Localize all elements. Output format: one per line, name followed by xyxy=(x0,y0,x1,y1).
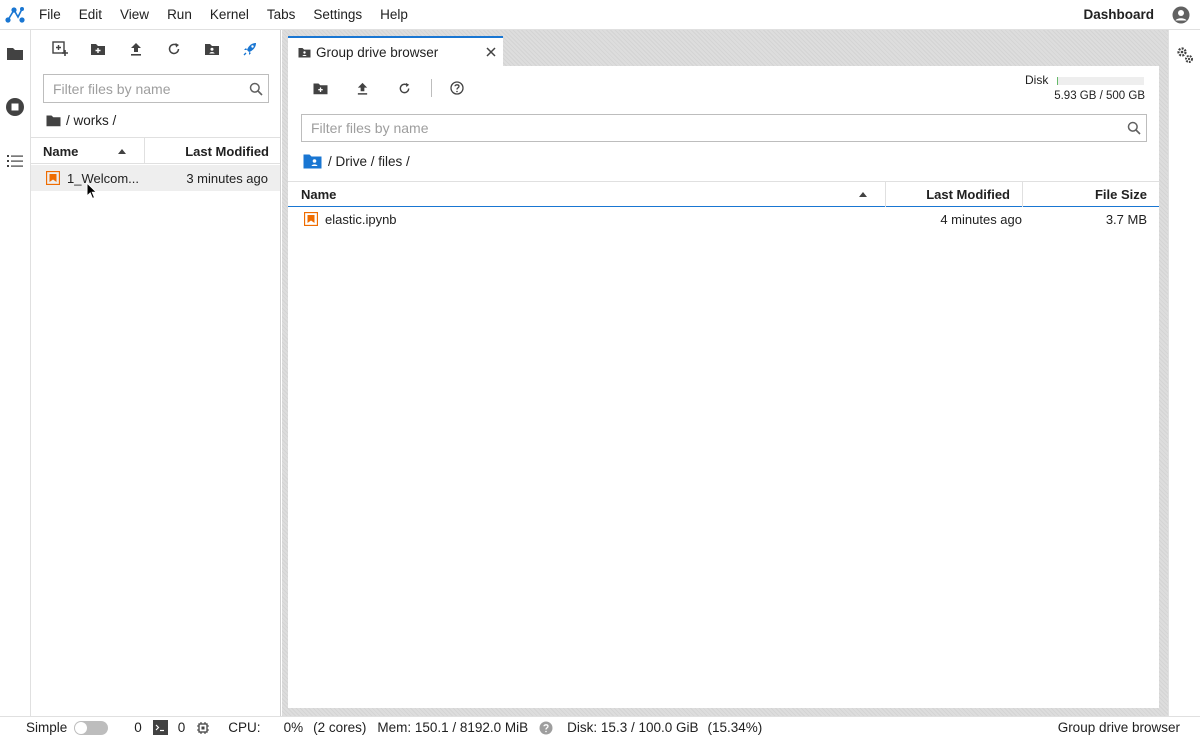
menu-view[interactable]: View xyxy=(111,0,158,30)
upload-icon[interactable] xyxy=(349,75,375,101)
new-folder-icon[interactable] xyxy=(85,36,111,62)
menu-file[interactable]: File xyxy=(30,0,70,30)
folder-icon[interactable] xyxy=(0,38,30,68)
main-column-size-label: File Size xyxy=(1094,187,1147,202)
terminal-icon xyxy=(152,720,168,735)
cpu-cores: (2 cores) xyxy=(313,720,367,735)
new-launcher-icon[interactable] xyxy=(47,36,73,62)
sort-ascending-icon xyxy=(859,192,867,197)
left-filter-input[interactable] xyxy=(44,80,244,97)
status-bar: Simple 0 0 CPU: 0% (2 cores) Mem: 150.1 … xyxy=(0,716,1200,738)
help-icon[interactable] xyxy=(444,75,470,101)
shared-folder-icon[interactable] xyxy=(199,36,225,62)
main-dock-area: Group drive browser Disk 5.93 GB / 500 G… xyxy=(282,30,1168,716)
main-breadcrumb: / Drive / files / xyxy=(303,152,410,170)
left-column-modified[interactable]: Last Modified xyxy=(145,138,269,164)
kernels-count[interactable]: 0 xyxy=(134,720,142,735)
search-icon[interactable] xyxy=(244,82,268,96)
menu-edit[interactable]: Edit xyxy=(70,0,111,30)
main-column-size[interactable]: File Size xyxy=(1023,182,1147,207)
main-filter-box xyxy=(301,114,1147,142)
drive-folder-icon[interactable] xyxy=(303,153,322,169)
mouse-cursor-icon xyxy=(86,182,98,200)
main-column-header-row: Name Last Modified File Size xyxy=(288,181,1159,207)
left-file-modified: 3 minutes ago xyxy=(186,170,268,186)
toggle-knob xyxy=(75,721,88,734)
right-sidebar xyxy=(1168,30,1200,716)
left-column-name-label: Name xyxy=(43,143,79,159)
current-activity-label: Group drive browser xyxy=(1057,720,1180,735)
refresh-icon[interactable] xyxy=(161,36,187,62)
disk-usage-status: Disk: 15.3 / 100.0 GiB xyxy=(567,720,699,735)
user-account-icon[interactable] xyxy=(1172,6,1190,24)
main-column-name[interactable]: Name xyxy=(288,182,886,207)
menu-settings[interactable]: Settings xyxy=(304,0,371,30)
terminals-count[interactable]: 0 xyxy=(178,720,186,735)
main-column-modified-label: Last Modified xyxy=(926,187,1010,202)
main-breadcrumb-path[interactable]: / Drive / files / xyxy=(328,154,410,169)
new-folder-icon[interactable] xyxy=(307,75,333,101)
disk-usage-percent: (15.34%) xyxy=(707,720,763,735)
main-file-name: elastic.ipynb xyxy=(325,211,397,227)
close-icon[interactable] xyxy=(479,47,503,57)
disk-usage-bar xyxy=(1057,77,1144,85)
upload-icon[interactable] xyxy=(123,36,149,62)
main-file-row[interactable]: elastic.ipynb 4 minutes ago 3.7 MB xyxy=(288,206,1159,232)
memory-usage: Mem: 150.1 / 8192.0 MiB xyxy=(377,720,529,735)
cpu-value: 0% xyxy=(283,720,304,735)
left-file-name: 1_Welcom... xyxy=(67,170,140,186)
simple-mode-label: Simple xyxy=(26,720,68,735)
group-drive-browser-panel: Disk 5.93 GB / 500 GB / Drive / files / … xyxy=(288,66,1159,708)
notebook-icon xyxy=(46,171,60,185)
left-activity-bar xyxy=(0,30,31,716)
left-filter-box xyxy=(43,74,269,103)
disk-label: Disk xyxy=(1025,73,1049,87)
menu-help[interactable]: Help xyxy=(371,0,417,30)
main-filter-input[interactable] xyxy=(302,120,1122,136)
left-breadcrumb: / works / xyxy=(46,112,116,128)
rocket-icon[interactable] xyxy=(237,36,263,62)
search-icon[interactable] xyxy=(1122,121,1146,135)
disk-usage-fill xyxy=(1057,77,1059,85)
tab-title: Group drive browser xyxy=(316,44,439,60)
left-file-row[interactable]: 1_Welcom... 3 minutes ago xyxy=(31,165,280,191)
disk-usage-text: 5.93 GB / 500 GB xyxy=(1054,90,1145,102)
settings-gears-icon[interactable] xyxy=(1170,40,1200,70)
running-sessions-icon[interactable] xyxy=(0,92,30,122)
refresh-icon[interactable] xyxy=(391,75,417,101)
help-icon[interactable] xyxy=(539,721,553,735)
drive-tab-icon xyxy=(298,47,311,58)
menu-bar: File Edit View Run Kernel Tabs Settings … xyxy=(0,0,1200,30)
left-file-browser: / works / Name Last Modified 1_Welcom...… xyxy=(31,30,281,716)
left-column-name[interactable]: Name xyxy=(31,138,145,164)
main-file-size: 3.7 MB xyxy=(1105,211,1147,227)
table-of-contents-icon[interactable] xyxy=(0,146,30,176)
left-breadcrumb-path[interactable]: / works / xyxy=(66,113,116,128)
main-column-modified[interactable]: Last Modified xyxy=(886,182,1023,207)
kernel-status-icon xyxy=(196,721,210,735)
tab-group-drive-browser[interactable]: Group drive browser xyxy=(288,36,503,66)
left-column-modified-label: Last Modified xyxy=(185,143,269,159)
main-column-name-label: Name xyxy=(301,187,337,202)
menu-run[interactable]: Run xyxy=(158,0,201,30)
notebook-icon xyxy=(304,212,318,226)
toolbar-divider xyxy=(431,79,432,97)
cpu-label: CPU: xyxy=(228,720,261,735)
left-column-header-row: Name Last Modified xyxy=(31,137,280,164)
menu-tabs[interactable]: Tabs xyxy=(258,0,305,30)
simple-mode-toggle[interactable] xyxy=(74,720,109,735)
sort-ascending-icon xyxy=(118,148,126,154)
main-file-modified: 4 minutes ago xyxy=(940,211,1022,227)
menu-kernel[interactable]: Kernel xyxy=(201,0,258,30)
dashboard-link[interactable]: Dashboard xyxy=(1083,7,1154,22)
breadcrumb-folder-icon[interactable] xyxy=(46,114,61,127)
app-logo-icon[interactable] xyxy=(0,0,30,30)
